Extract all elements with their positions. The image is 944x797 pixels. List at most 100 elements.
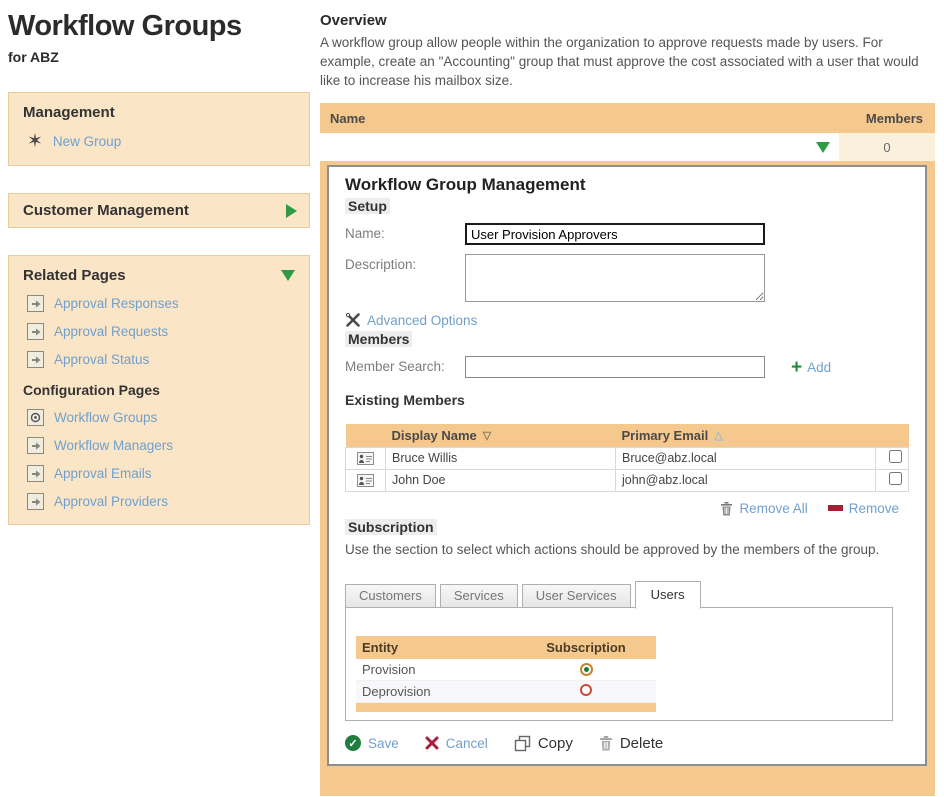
existing-members-table: Display Name▽ Primary Email△ Bruce Willi… [345, 424, 909, 492]
display-name-header[interactable]: Display Name▽ [386, 424, 616, 447]
approval-responses-link[interactable]: Approval Responses [54, 296, 179, 311]
table-row: Bruce Willis Bruce@abz.local [346, 447, 909, 469]
entity-table-footer [356, 703, 656, 712]
add-member-link[interactable]: Add [807, 360, 831, 375]
chevron-right-icon[interactable] [286, 204, 297, 218]
panel-title: Workflow Group Management [345, 175, 911, 195]
sidebar-item-workflow-managers[interactable]: Workflow Managers [23, 437, 295, 454]
delete-trash-icon[interactable] [599, 735, 613, 751]
approval-status-link[interactable]: Approval Status [54, 352, 149, 367]
page-subtitle: for ABZ [8, 49, 310, 65]
sidebar-item-approval-status[interactable]: Approval Status [23, 351, 295, 368]
trash-icon[interactable] [720, 501, 733, 516]
remove-link[interactable]: Remove [849, 501, 899, 516]
sidebar: Workflow Groups for ABZ Management ✶ New… [8, 10, 310, 525]
page-title: Workflow Groups [8, 10, 310, 43]
collapse-row-icon[interactable] [816, 142, 830, 153]
groups-table-header: Name Members [320, 103, 935, 133]
arrow-box-icon[interactable] [27, 295, 44, 312]
remove-all-link[interactable]: Remove All [739, 501, 807, 516]
setup-heading: Setup [345, 198, 390, 214]
sort-ascending-icon[interactable]: △ [714, 430, 722, 442]
sidebar-item-approval-emails[interactable]: Approval Emails [23, 465, 295, 482]
save-check-icon[interactable]: ✓ [345, 735, 361, 751]
description-label: Description: [345, 254, 465, 272]
action-bar: ✓ Save Cancel Copy Delete [345, 735, 911, 752]
arrow-box-icon[interactable] [27, 323, 44, 340]
copy-button[interactable]: Copy [538, 735, 573, 752]
subscription-heading: Subscription [345, 519, 437, 535]
cancel-button[interactable]: Cancel [446, 736, 488, 751]
entity-name: Provision [356, 659, 516, 681]
main-content: Overview A workflow group allow people w… [320, 12, 935, 796]
group-description-textarea[interactable] [465, 254, 765, 302]
members-count: 0 [883, 140, 890, 155]
customer-management-title: Customer Management [23, 202, 189, 219]
approval-providers-link[interactable]: Approval Providers [54, 494, 168, 509]
overview-description: A workflow group allow people within the… [320, 33, 920, 90]
add-member-row[interactable]: + Add [791, 356, 831, 377]
member-primary-email: john@abz.local [616, 469, 876, 491]
approval-emails-link[interactable]: Approval Emails [54, 466, 152, 481]
workflow-groups-link[interactable]: Workflow Groups [54, 410, 157, 425]
subscription-description: Use the section to select which actions … [345, 542, 911, 557]
save-button[interactable]: Save [368, 736, 399, 751]
sidebar-item-workflow-groups[interactable]: Workflow Groups [23, 409, 295, 426]
provision-radio-selected[interactable] [582, 665, 591, 674]
entity-subscription-table: Entity Subscription Provision Deprovisio… [356, 636, 656, 704]
workflow-managers-link[interactable]: Workflow Managers [54, 438, 173, 453]
sidebar-item-approval-providers[interactable]: Approval Providers [23, 493, 295, 510]
plus-icon[interactable]: + [791, 358, 802, 377]
entity-header-row: Entity Subscription [356, 636, 656, 659]
table-row: Deprovision [356, 681, 656, 703]
new-group-star-icon[interactable]: ✶ [27, 132, 43, 151]
advanced-options-row[interactable]: Advanced Options [345, 312, 911, 328]
member-display-name: Bruce Willis [386, 447, 616, 469]
tab-services[interactable]: Services [440, 584, 518, 608]
tab-users[interactable]: Users [635, 581, 701, 609]
group-row[interactable]: 0 [320, 133, 935, 161]
copy-icon[interactable] [514, 735, 531, 752]
remove-dash-icon[interactable] [828, 505, 843, 511]
related-pages-title: Related Pages [23, 267, 126, 284]
group-name-input[interactable] [465, 223, 765, 245]
tab-customers[interactable]: Customers [345, 584, 436, 608]
chevron-down-icon[interactable] [281, 270, 295, 281]
members-count-cell: 0 [839, 133, 935, 161]
member-search-input[interactable] [465, 356, 765, 378]
delete-button[interactable]: Delete [620, 735, 663, 752]
sort-descending-icon[interactable]: ▽ [483, 430, 491, 442]
arrow-box-icon[interactable] [27, 465, 44, 482]
bullseye-icon[interactable] [27, 409, 44, 426]
group-detail-row: Workflow Group Management Setup Name: De… [320, 161, 935, 796]
member-select-checkbox[interactable] [889, 472, 902, 485]
arrow-box-icon[interactable] [27, 493, 44, 510]
arrow-box-icon[interactable] [27, 351, 44, 368]
new-group-link[interactable]: New Group [53, 134, 121, 149]
member-select-checkbox[interactable] [889, 450, 902, 463]
name-label: Name: [345, 223, 465, 241]
advanced-options-link[interactable]: Advanced Options [367, 313, 477, 328]
customer-management-box[interactable]: Customer Management [8, 193, 310, 228]
sidebar-item-approval-responses[interactable]: Approval Responses [23, 295, 295, 312]
new-group-row[interactable]: ✶ New Group [23, 132, 295, 151]
deprovision-radio-unselected[interactable] [580, 684, 592, 696]
members-column-header[interactable]: Members [866, 111, 935, 126]
entity-name: Deprovision [356, 681, 516, 703]
approval-requests-link[interactable]: Approval Requests [54, 324, 168, 339]
contact-card-icon [346, 469, 386, 491]
cancel-x-icon[interactable] [425, 736, 439, 750]
arrow-box-icon[interactable] [27, 437, 44, 454]
sidebar-item-approval-requests[interactable]: Approval Requests [23, 323, 295, 340]
management-box: Management ✶ New Group [8, 92, 310, 166]
tools-icon[interactable] [345, 312, 361, 328]
primary-email-header[interactable]: Primary Email△ [616, 424, 876, 447]
select-column [876, 424, 909, 447]
members-heading: Members [345, 331, 412, 347]
tab-user-services[interactable]: User Services [522, 584, 631, 608]
name-column-header[interactable]: Name [320, 111, 365, 126]
existing-members-heading: Existing Members [345, 392, 911, 408]
users-tab-panel: Entity Subscription Provision Deprovisio… [345, 607, 893, 721]
contact-card-icon [346, 447, 386, 469]
member-primary-email: Bruce@abz.local [616, 447, 876, 469]
